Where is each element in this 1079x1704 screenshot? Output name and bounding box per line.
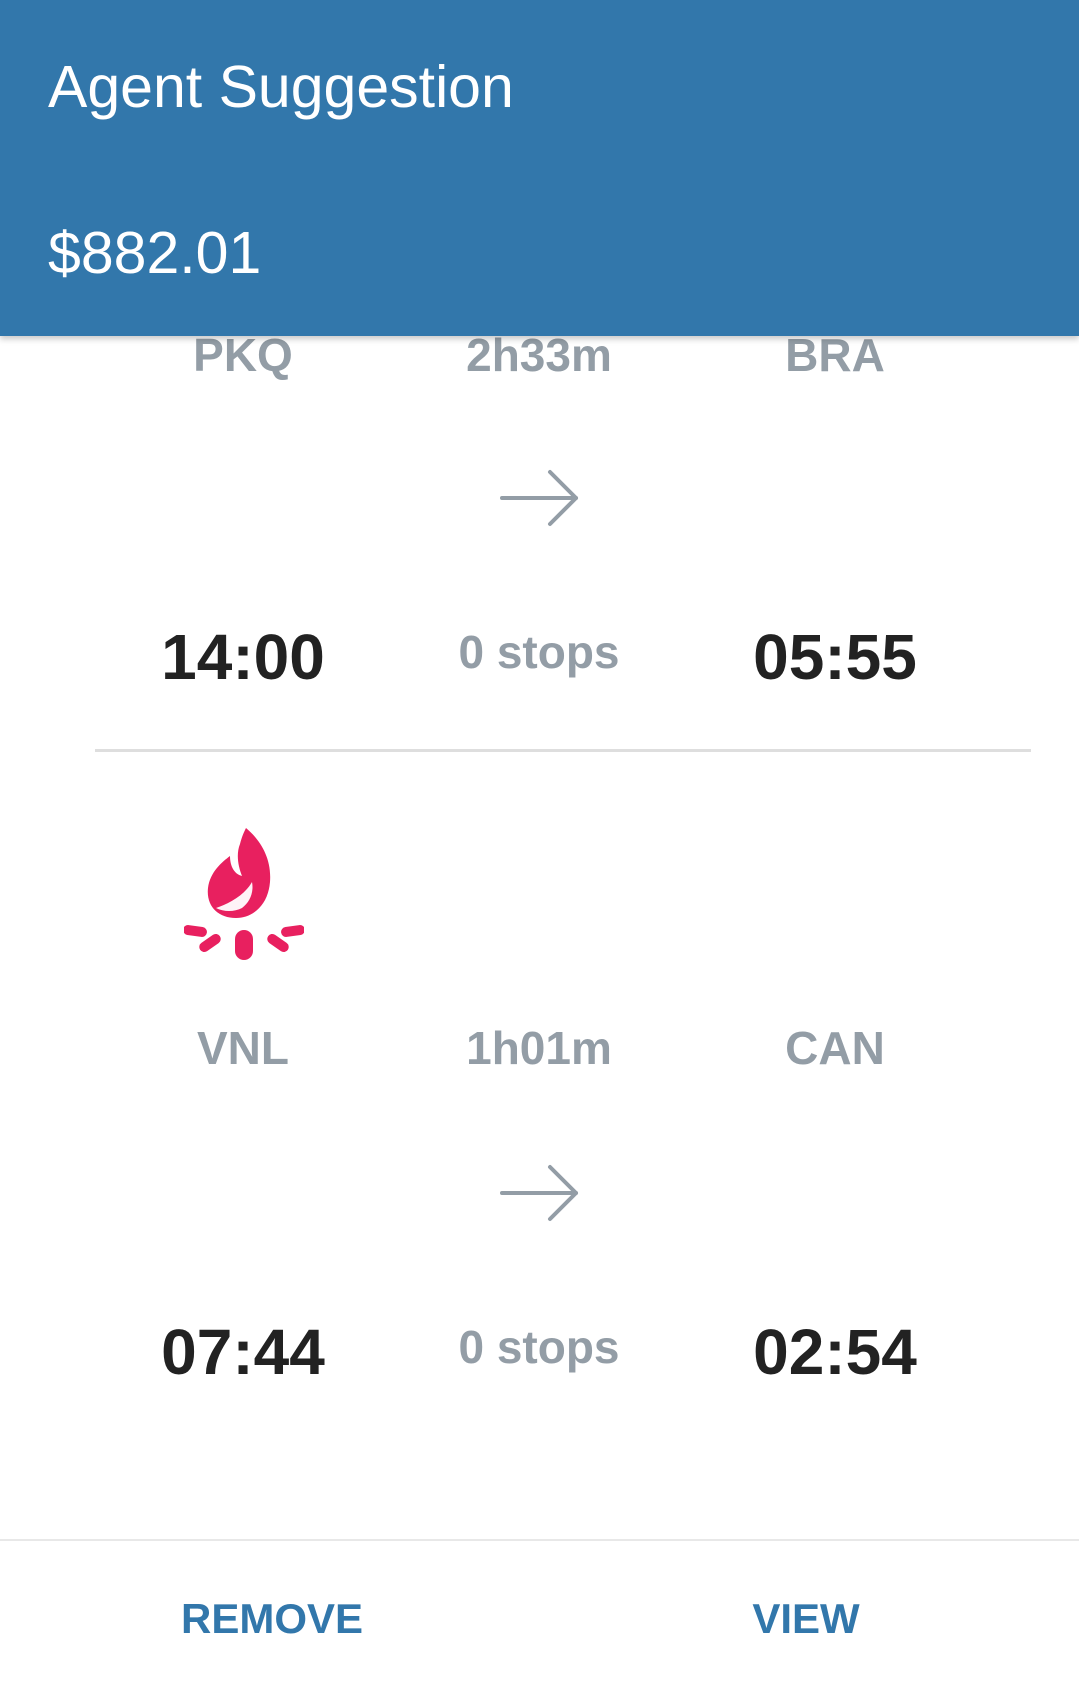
campfire-icon <box>184 828 304 960</box>
arrow-right-icon <box>500 1165 578 1221</box>
leg1-arrive-time: 05:55 <box>753 621 917 693</box>
leg2-destination-code: CAN <box>785 1022 885 1074</box>
app-header: Agent Suggestion $882.01 <box>0 0 1079 336</box>
actions-divider <box>0 1539 1079 1541</box>
leg2-arrive-time: 02:54 <box>753 1316 917 1388</box>
leg1-stops: 0 stops <box>458 626 620 678</box>
view-button[interactable]: VIEW <box>720 1588 892 1650</box>
leg2-origin-code: VNL <box>197 1022 289 1074</box>
price-label: $882.01 <box>48 220 262 286</box>
remove-button[interactable]: REMOVE <box>150 1588 394 1650</box>
leg1-depart-time: 14:00 <box>161 621 325 693</box>
leg-divider <box>95 749 1031 752</box>
page-title: Agent Suggestion <box>48 54 514 120</box>
leg2-stops: 0 stops <box>458 1321 620 1373</box>
leg2-duration: 1h01m <box>466 1022 612 1074</box>
leg2-depart-time: 07:44 <box>161 1316 325 1388</box>
arrow-right-icon <box>500 470 578 526</box>
